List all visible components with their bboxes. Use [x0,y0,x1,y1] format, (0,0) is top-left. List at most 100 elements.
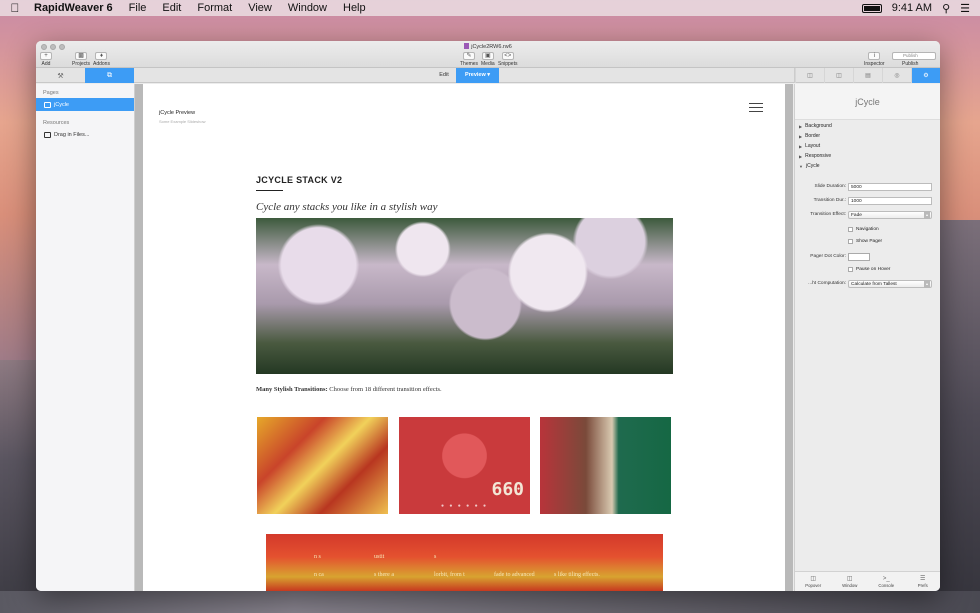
battery-icon[interactable] [861,3,882,13]
navigation-row: Navigation [795,227,940,237]
apple-menu-icon[interactable]:  [0,1,30,15]
stack-title: JCYCLE STACK V2 [256,175,343,185]
menu-file[interactable]: File [121,2,155,14]
group-border[interactable]: ▶ Border [795,131,940,141]
addons-button[interactable]: ♦ Addons [93,52,110,67]
publish-menu[interactable]: Publish [892,52,936,60]
inspector-tab-general-icon[interactable]: ◫ [795,68,824,83]
sidebar-item-drag-files[interactable]: Drag in Files... [36,128,134,141]
inspector-tab-link-icon[interactable]: ◎ [882,68,911,83]
preview-page[interactable]: jCycle Preview Some Example Slideshow JC… [143,84,785,591]
forest-image [256,218,673,374]
clock[interactable]: 9:41 AM [892,2,932,14]
popover-button[interactable]: ◫ Popover [795,572,832,591]
inspector-tab-page-icon[interactable]: ◫ [824,68,853,83]
pause-on-hover-row: Pause on Hover [795,267,940,277]
addons-icon: ♦ [95,52,108,60]
themes-button[interactable]: ✎ Themes [460,52,478,67]
add-button[interactable]: + Add [40,52,52,67]
disclosure-triangle-icon: ▶ [799,143,803,149]
site-title[interactable]: jCycle Preview [159,110,195,116]
desktop-background-bottom [0,591,980,613]
group-jcycle[interactable]: ▼ jCycle [795,161,940,171]
slide-duration-row: Slide Duration: 5000 [795,183,940,193]
console-button[interactable]: >_ Console [868,572,905,591]
tab-preview[interactable]: Preview ▾ [456,68,499,83]
hamburger-menu-icon[interactable] [749,103,763,115]
disclosure-triangle-icon: ▶ [799,153,803,159]
media-button[interactable]: ▣ Media [481,52,495,67]
projects-button[interactable]: ▩ Projects [72,52,90,67]
inspector-tab-header-icon[interactable]: ▤ [853,68,882,83]
slideshow-tile-red-star: 660 ● ● ● ● ● ● [399,417,530,514]
inspector-tab-settings-icon[interactable]: ⚙ [911,68,940,83]
prefs-icon: ☰ [920,576,926,582]
pager-dot-color-well[interactable] [848,253,870,261]
notification-center-icon[interactable]: ☰ [960,2,970,15]
inspector-tabs: ◫ ◫ ▤ ◎ ⚙ [794,68,940,83]
group-background[interactable]: ▶ Background [795,121,940,131]
group-layout[interactable]: ▶ Layout [795,141,940,151]
popover-icon: ◫ [810,576,817,582]
inspector-title: jCycle [795,84,940,120]
pager-dots[interactable]: ● ● ● ● ● ● [399,503,530,509]
slide-duration-input[interactable]: 5000 [848,183,932,191]
disclosure-triangle-open-icon: ▼ [799,163,803,169]
app-menu[interactable]: RapidWeaver 6 [30,2,121,14]
transition-duration-row: Transition Dur.: 1000 [795,197,940,207]
sidebar-item-jcycle[interactable]: jCycle [36,98,134,111]
publish-label: Publish [902,61,919,67]
height-computation-row: ...ht Computation: Calculate from Talles… [795,280,940,290]
group-responsive[interactable]: ▶ Responsive [795,151,940,161]
caption: Many Stylish Transitions: Choose from 18… [256,386,442,393]
pages-icon: ⧉ [107,71,112,79]
tagline: Cycle any stacks you like in a stylish w… [256,201,438,213]
tab-pages-tools[interactable]: ⚒ [36,68,85,83]
window-button[interactable]: ◫ Window [832,572,869,591]
navigation-checkbox[interactable]: Navigation [848,227,879,232]
spotlight-search-icon[interactable]: ⚲ [942,2,950,15]
title-divider [256,190,283,191]
menu-format[interactable]: Format [189,2,240,14]
disclosure-triangle-icon: ▶ [799,123,803,129]
slideshow-banner: n s ustit s n ca s there a lorbit, from … [266,534,663,591]
menu-view[interactable]: View [240,2,280,14]
menu-window[interactable]: Window [280,2,335,14]
console-icon: >_ [882,575,890,582]
themes-icon: ✎ [463,52,476,60]
app-window: jCycle2RW6.rw6 + Add ▩ Projects ♦ Addons… [36,41,940,591]
slideshow-tile-doors [540,417,671,514]
pages-header: Pages [43,90,59,96]
pager-dot-color-row: Pager Dot Color: [795,253,940,263]
inspector-button[interactable]: i Inspector [864,52,885,67]
prefs-button[interactable]: ☰ Prefs [905,572,941,591]
transition-effect-select[interactable]: Fade [848,211,932,219]
pause-on-hover-checkbox[interactable]: Pause on Hover [848,267,890,272]
snippets-button[interactable]: <> Snippets [498,52,517,67]
plate-number: 660 [491,479,524,500]
page-icon [44,101,51,108]
desktop-background-left [0,360,40,613]
height-computation-select[interactable]: Calculate from Tallest [848,280,932,288]
transition-effect-row: Transition Effect: Fade [795,211,940,221]
menu-help[interactable]: Help [335,2,374,14]
info-icon: i [868,52,881,60]
show-pager-row: Show Pager [795,239,940,249]
document-icon [464,43,470,49]
transition-duration-input[interactable]: 1000 [848,197,932,205]
sidebar: Pages jCycle Resources Drag in Files... [36,84,135,591]
disclosure-triangle-icon: ▶ [799,133,803,139]
site-subtitle: Some Example Slideshow [159,119,206,124]
menu-edit[interactable]: Edit [154,2,189,14]
resources-header: Resources [43,120,70,126]
show-pager-checkbox[interactable]: Show Pager [848,239,882,244]
menu-bar:  RapidWeaver 6 File Edit Format View Wi… [0,0,980,16]
tab-pages-list[interactable]: ⧉ [85,68,134,83]
slideshow-tile-graffiti [257,417,388,514]
window-title: jCycle2RW6.rw6 [36,43,940,50]
wrench-icon: ⚒ [57,72,64,80]
media-icon: ▣ [481,52,494,60]
preview-area: jCycle Preview Some Example Slideshow JC… [135,84,793,591]
tab-edit[interactable]: Edit [432,68,456,83]
file-icon [44,131,51,138]
